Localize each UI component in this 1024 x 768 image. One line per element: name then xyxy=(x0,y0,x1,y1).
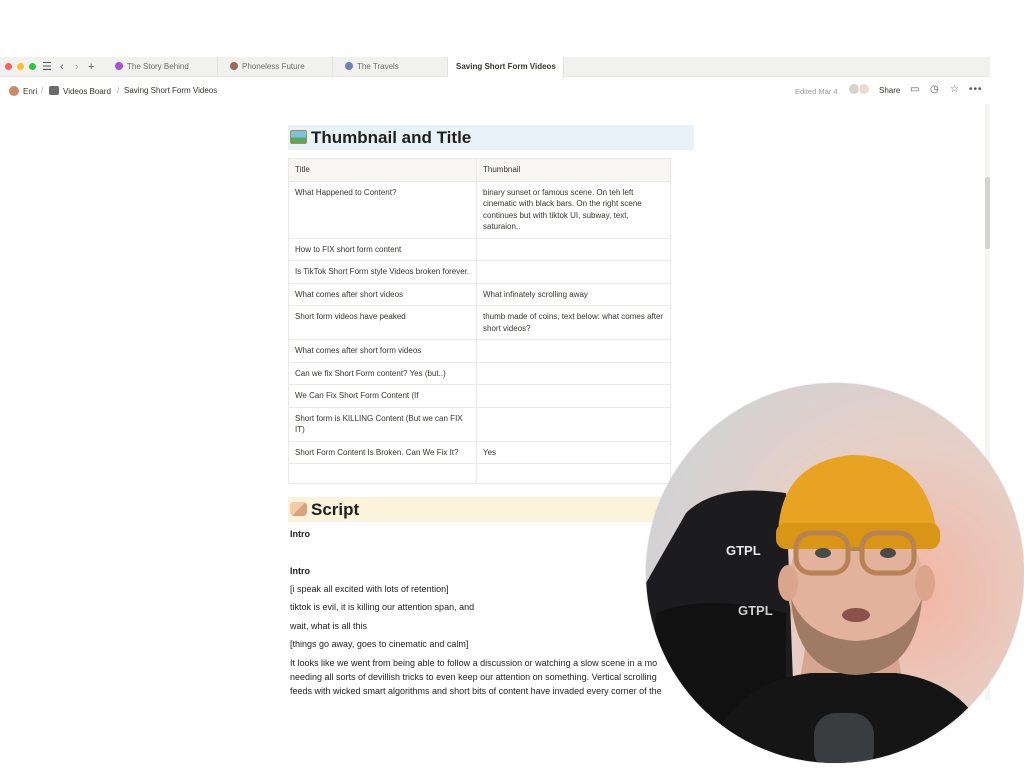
table-cell[interactable]: How to FIX short form content xyxy=(288,237,477,261)
table-cell[interactable]: We Can Fix Short Form Content (If xyxy=(288,384,477,408)
heading-script: Script xyxy=(288,497,694,522)
table-cell[interactable] xyxy=(476,339,671,363)
script-paragraph-line[interactable]: It looks like we went from being able to… xyxy=(290,658,657,668)
tab-bar: ☰ ‹ › + The Story Behind Phoneless Futur… xyxy=(0,57,990,78)
page-icon xyxy=(230,62,238,70)
script-line[interactable]: [things go away, goes to cinematic and c… xyxy=(290,639,468,649)
table-row: What comes after short videos What infin… xyxy=(288,282,671,306)
table-cell[interactable]: What comes after short form videos xyxy=(288,339,477,363)
avatar[interactable] xyxy=(858,83,870,95)
breadcrumb-workspace[interactable]: Enri xyxy=(9,86,37,96)
column-header[interactable]: Title xyxy=(288,158,477,182)
script-paragraph-line[interactable]: feeds with wicked smart algorithms and s… xyxy=(290,686,662,696)
tab-the-story-behind[interactable]: The Story Behind xyxy=(103,57,218,77)
share-button[interactable]: Share xyxy=(879,86,900,95)
table-cell[interactable] xyxy=(288,463,477,484)
table-row: What comes after short form videos xyxy=(288,339,671,363)
scrollbar-thumb[interactable] xyxy=(985,177,990,249)
table-row: Short form is KILLING Content (But we ca… xyxy=(288,406,671,442)
breadcrumb-separator: / xyxy=(117,86,120,95)
presenter-image: GTPL GTPL xyxy=(646,383,1024,763)
minimize-window-button[interactable] xyxy=(17,63,24,70)
title-thumbnail-table: Title Thumbnail What Happened to Content… xyxy=(288,158,671,484)
script-intro-heading[interactable]: Intro xyxy=(290,566,310,576)
table-cell[interactable]: What infinately scrolling away xyxy=(476,282,671,306)
table-cell[interactable] xyxy=(476,384,671,408)
comments-icon[interactable]: ▭ xyxy=(910,84,919,95)
script-line[interactable]: wait, what is all this xyxy=(290,621,367,631)
table-row: Can we fix Short Form content? Yes (but.… xyxy=(288,361,671,385)
table-cell[interactable]: What Happened to Content? xyxy=(288,180,477,239)
table-cell[interactable]: thumb made of coins, text below: what co… xyxy=(476,305,671,340)
back-arrow-icon[interactable]: ‹ xyxy=(60,59,64,75)
table-row: How to FIX short form content xyxy=(288,237,671,261)
tab-saving-short-form-videos[interactable]: Saving Short Form Videos xyxy=(448,57,564,78)
table-cell[interactable]: Short form is KILLING Content (But we ca… xyxy=(288,406,477,442)
table-row: Short form videos have peaked thumb made… xyxy=(288,305,671,340)
chair-logo: GTPL xyxy=(738,603,773,618)
script-paragraph-line[interactable]: needing all sorts of devillish tricks to… xyxy=(290,672,657,682)
table-row: Is TikTok Short Form style Videos broken… xyxy=(288,260,671,284)
script-line[interactable]: [i speak all excited with lots of retent… xyxy=(290,584,449,594)
history-icon[interactable]: ◷ xyxy=(930,84,939,95)
table-cell[interactable]: What comes after short videos xyxy=(288,282,477,306)
table-cell[interactable]: Short form videos have peaked xyxy=(288,305,477,340)
framed-picture-icon xyxy=(290,130,307,144)
table-cell[interactable] xyxy=(476,406,671,442)
breadcrumb-current-page[interactable]: Saving Short Form Videos xyxy=(124,86,217,95)
close-window-button[interactable] xyxy=(5,63,12,70)
heading-thumbnail-and-title: Thumbnail and Title xyxy=(288,125,694,150)
avatar-icon xyxy=(9,86,19,96)
tab-phoneless-future[interactable]: Phoneless Future xyxy=(218,57,333,77)
table-row: We Can Fix Short Form Content (If xyxy=(288,384,671,408)
column-header[interactable]: Thumbnail xyxy=(476,158,671,182)
table-cell[interactable]: Yes xyxy=(476,440,671,464)
table-cell[interactable]: Can we fix Short Form content? Yes (but.… xyxy=(288,361,477,385)
zoom-window-button[interactable] xyxy=(29,63,36,70)
table-header-row: Title Thumbnail xyxy=(288,158,671,182)
table-row: What Happened to Content? binary sunset … xyxy=(288,180,671,239)
new-tab-icon[interactable]: + xyxy=(88,59,94,75)
table-row: Short Form Content Is Broken. Can We Fix… xyxy=(288,440,671,464)
table-cell[interactable]: Is TikTok Short Form style Videos broken… xyxy=(288,260,477,284)
breadcrumb-videos-board[interactable]: Videos Board xyxy=(49,86,111,96)
page-icon xyxy=(345,62,353,70)
forward-arrow-icon[interactable]: › xyxy=(75,59,79,75)
script-line[interactable]: tiktok is evil, it is killing our attent… xyxy=(290,602,474,612)
table-row xyxy=(288,463,671,484)
writing-hand-icon xyxy=(290,502,307,516)
table-cell[interactable] xyxy=(476,237,671,261)
page-icon xyxy=(115,62,123,70)
chair-logo: GTPL xyxy=(726,543,761,558)
table-cell[interactable] xyxy=(476,361,671,385)
breadcrumb-separator: / xyxy=(41,86,44,95)
table-cell[interactable] xyxy=(476,463,671,484)
page-topbar: Enri / Videos Board / Saving Short Form … xyxy=(0,77,990,104)
edited-timestamp: Edited Mar 4 xyxy=(795,87,838,96)
tab-the-travels[interactable]: The Travels xyxy=(333,57,448,77)
presenter-webcam-overlay: GTPL GTPL xyxy=(646,383,1024,763)
script-intro-label[interactable]: Intro xyxy=(290,529,310,539)
table-cell[interactable]: binary sunset or famous scene. On teh le… xyxy=(476,180,671,239)
more-options-icon[interactable]: ••• xyxy=(969,84,983,95)
favorite-star-icon[interactable]: ☆ xyxy=(950,84,959,95)
camera-icon xyxy=(49,86,59,95)
table-cell[interactable] xyxy=(476,260,671,284)
table-cell[interactable]: Short Form Content Is Broken. Can We Fix… xyxy=(288,440,477,464)
sidebar-toggle-icon[interactable]: ☰ xyxy=(42,59,52,75)
